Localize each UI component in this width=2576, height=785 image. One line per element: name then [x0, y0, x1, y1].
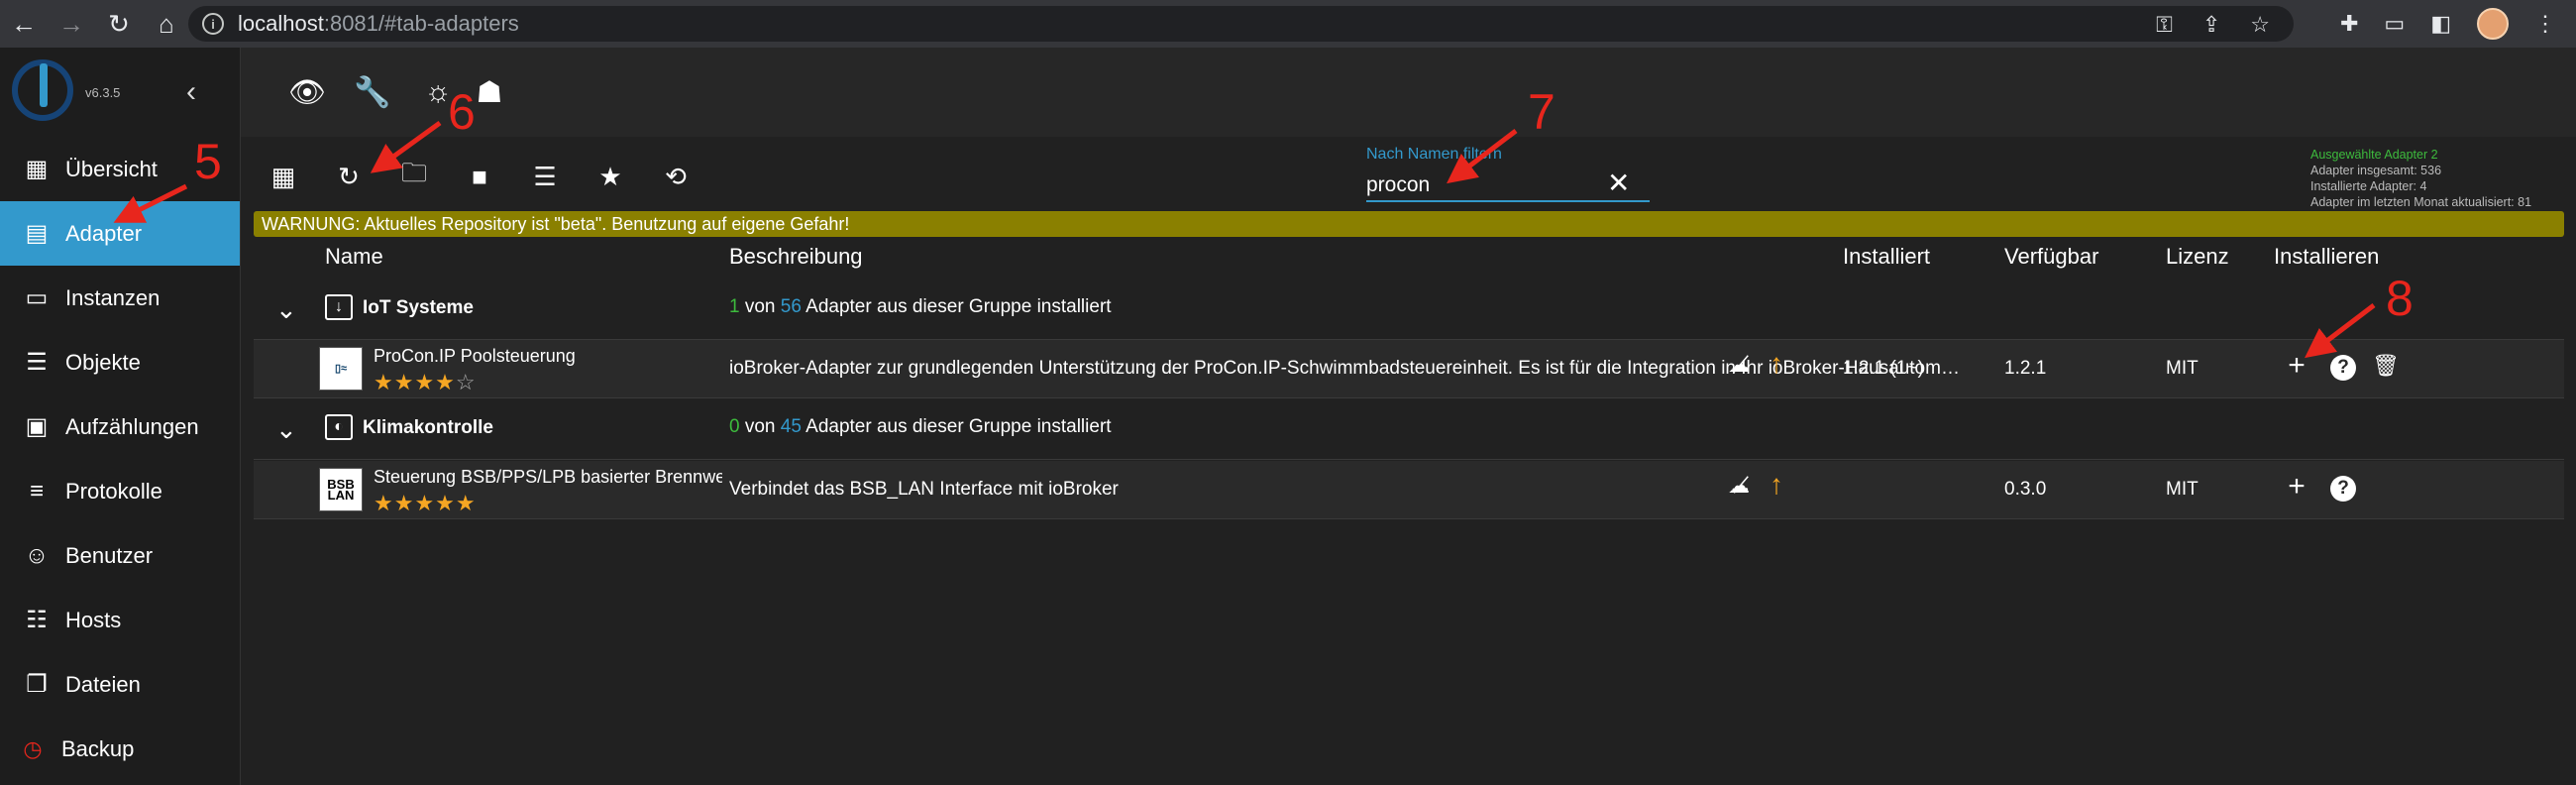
annotation-arrow-6	[370, 120, 442, 173]
annotation-arrow-7	[1447, 129, 1518, 184]
annotation-arrows	[113, 120, 2376, 359]
annotation-arrow-5	[113, 183, 188, 223]
annotation-arrow-8	[2305, 303, 2376, 359]
